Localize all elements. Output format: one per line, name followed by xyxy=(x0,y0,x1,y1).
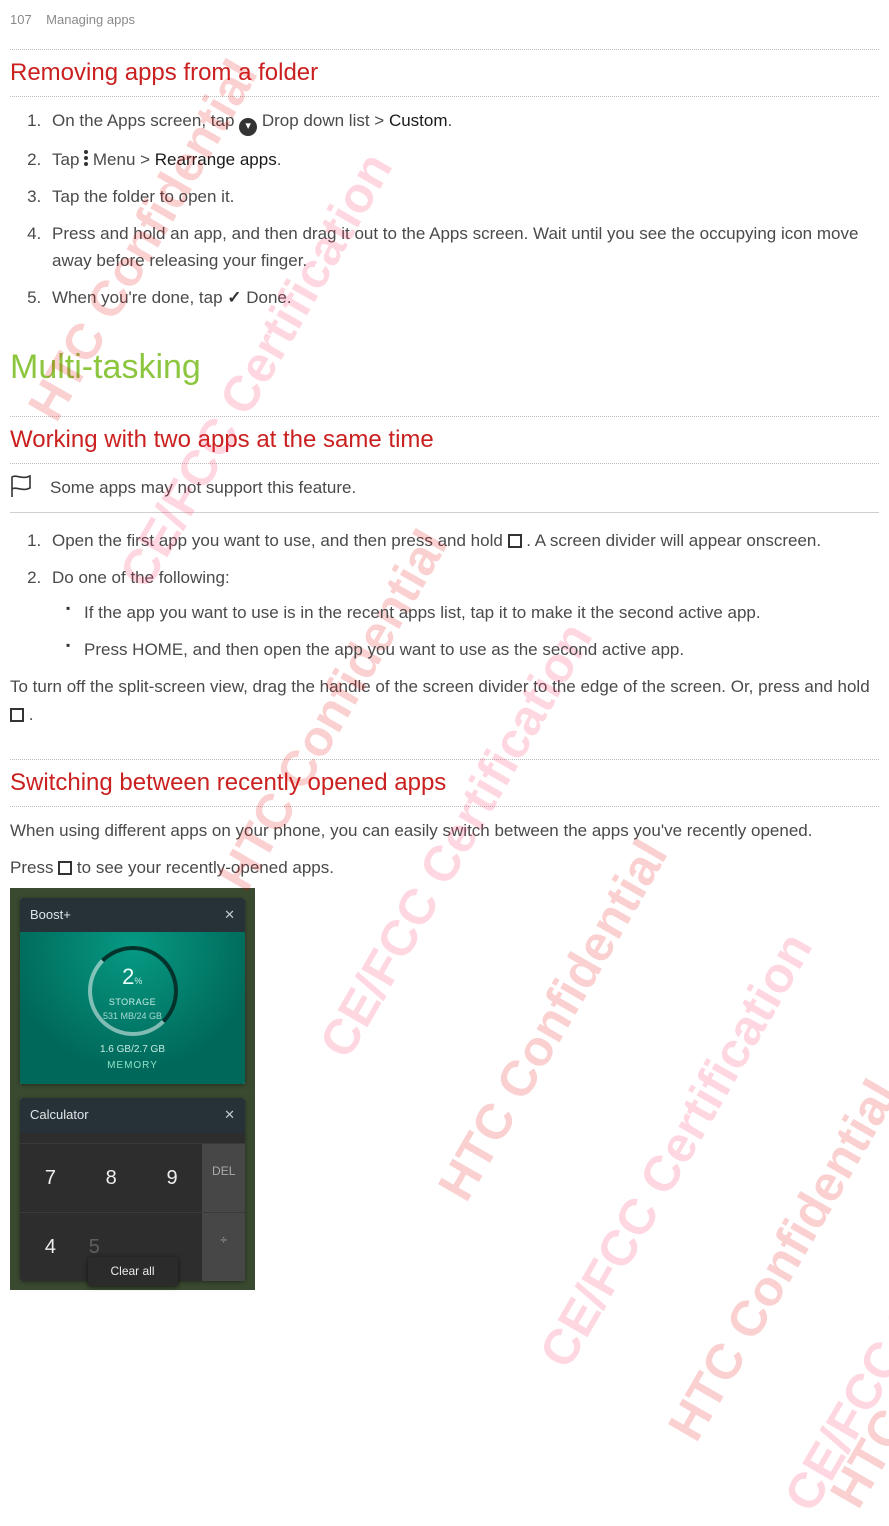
recent-apps-icon xyxy=(10,708,24,722)
memory-label: MEMORY xyxy=(24,1058,241,1074)
calc-key-del: DEL xyxy=(202,1143,245,1212)
calc-key-8: 8 xyxy=(81,1143,142,1212)
step-text: . xyxy=(448,111,453,130)
storage-label: STORAGE xyxy=(109,995,156,1009)
memory-value: 1.6 GB/2.7 GB xyxy=(24,1042,241,1058)
subsection-switching-title: Switching between recently opened apps xyxy=(10,764,879,802)
pct-symbol: % xyxy=(134,976,143,986)
step-2: Tap Menu > Rearrange apps. xyxy=(46,146,879,173)
note-text: Some apps may not support this feature. xyxy=(50,474,356,501)
turnoff-paragraph: To turn off the split-screen view, drag … xyxy=(10,673,877,727)
step-text: Done. xyxy=(246,288,291,307)
storage-value: 531 MB/24 GB xyxy=(103,1009,162,1023)
bullet-2: Press HOME, and then open the app you wa… xyxy=(66,636,879,663)
section-multitasking-title: Multi-tasking xyxy=(10,340,879,394)
step-text: Menu > xyxy=(93,150,155,169)
page-header: 107 Managing apps xyxy=(10,10,879,31)
step-1: On the Apps screen, tap ▾ Drop down list… xyxy=(46,107,879,136)
step-text: Tap xyxy=(52,150,84,169)
divider xyxy=(10,416,879,417)
switch-intro: When using different apps on your phone,… xyxy=(10,817,877,844)
step-text: . xyxy=(277,150,282,169)
calc-key-9: 9 xyxy=(142,1143,203,1212)
section-removing-title: Removing apps from a folder xyxy=(10,54,879,92)
step-5: When you're done, tap ✓ Done. xyxy=(46,284,879,311)
watermark-certification: CE/FCC Certificati xyxy=(763,1114,889,1526)
step-text: On the Apps screen, tap xyxy=(52,111,239,130)
ui-label-custom: Custom xyxy=(389,111,448,130)
step-text: . A screen divider will appear onscreen. xyxy=(526,531,821,550)
step-1: Open the first app you want to use, and … xyxy=(46,527,879,554)
subsection-two-apps-title: Working with two apps at the same time xyxy=(10,421,879,459)
recent-card-boost: Boost+ ✕ 2% STORAGE 531 MB/24 GB 1.6 GB/… xyxy=(20,898,245,1085)
step-text: Drop down list > xyxy=(262,111,389,130)
clear-all-button: Clear all xyxy=(88,1257,178,1286)
calc-key-div: ÷ xyxy=(202,1212,245,1281)
divider xyxy=(10,49,879,50)
divider xyxy=(10,759,879,760)
menu-icon xyxy=(84,150,88,168)
divider xyxy=(10,463,879,464)
step-3: Tap the folder to open it. xyxy=(46,183,879,210)
paragraph-text: . xyxy=(29,705,34,724)
recent-card-calculator: Calculator ✕ 7 8 9 DEL 4 5 ÷ xyxy=(20,1098,245,1281)
step-4: Press and hold an app, and then drag it … xyxy=(46,220,879,274)
watermark-confidential: HTC Confidential xyxy=(417,824,689,1215)
two-apps-steps: Open the first app you want to use, and … xyxy=(46,527,879,664)
bullet-1: If the app you want to use is in the rec… xyxy=(66,599,879,626)
sub-bullets: If the app you want to use is in the rec… xyxy=(66,599,879,663)
recent-apps-screenshot: Boost+ ✕ 2% STORAGE 531 MB/24 GB 1.6 GB/… xyxy=(10,888,255,1291)
check-icon: ✓ xyxy=(227,288,241,307)
paragraph-text: to see your recently-opened apps. xyxy=(77,858,334,877)
storage-ring: 2% STORAGE 531 MB/24 GB xyxy=(88,946,178,1036)
divider xyxy=(10,806,879,807)
paragraph-text: Press xyxy=(10,858,58,877)
note-box: Some apps may not support this feature. xyxy=(10,468,879,512)
step-text: When you're done, tap xyxy=(52,288,227,307)
dropdown-icon: ▾ xyxy=(239,118,257,136)
storage-pct: 2 xyxy=(122,964,134,989)
card-title: Boost+ xyxy=(30,905,71,926)
chapter-title: Managing apps xyxy=(46,12,135,27)
step-text: Do one of the following: xyxy=(52,568,230,587)
watermark-certification: CE/FCC Certification xyxy=(518,917,833,1383)
calc-key-4: 4 xyxy=(20,1212,81,1281)
paragraph-text: To turn off the split-screen view, drag … xyxy=(10,677,870,696)
step-text: Open the first app you want to use, and … xyxy=(52,531,508,550)
removing-steps: On the Apps screen, tap ▾ Drop down list… xyxy=(46,107,879,311)
card-title: Calculator xyxy=(30,1105,89,1126)
close-icon: ✕ xyxy=(224,1105,235,1126)
step-2: Do one of the following: If the app you … xyxy=(46,564,879,664)
recent-apps-icon xyxy=(508,534,522,548)
ui-label-rearrange: Rearrange apps xyxy=(155,150,277,169)
switch-press: Press to see your recently-opened apps. xyxy=(10,854,877,881)
page-number: 107 xyxy=(10,12,32,27)
recent-apps-icon xyxy=(58,861,72,875)
calc-key-7: 7 xyxy=(20,1143,81,1212)
close-icon: ✕ xyxy=(224,905,235,926)
divider xyxy=(10,96,879,97)
watermark-confidential: HTC Con xyxy=(809,1297,889,1522)
flag-icon xyxy=(10,475,38,501)
watermark-confidential: HTC Confidential xyxy=(647,1064,889,1455)
